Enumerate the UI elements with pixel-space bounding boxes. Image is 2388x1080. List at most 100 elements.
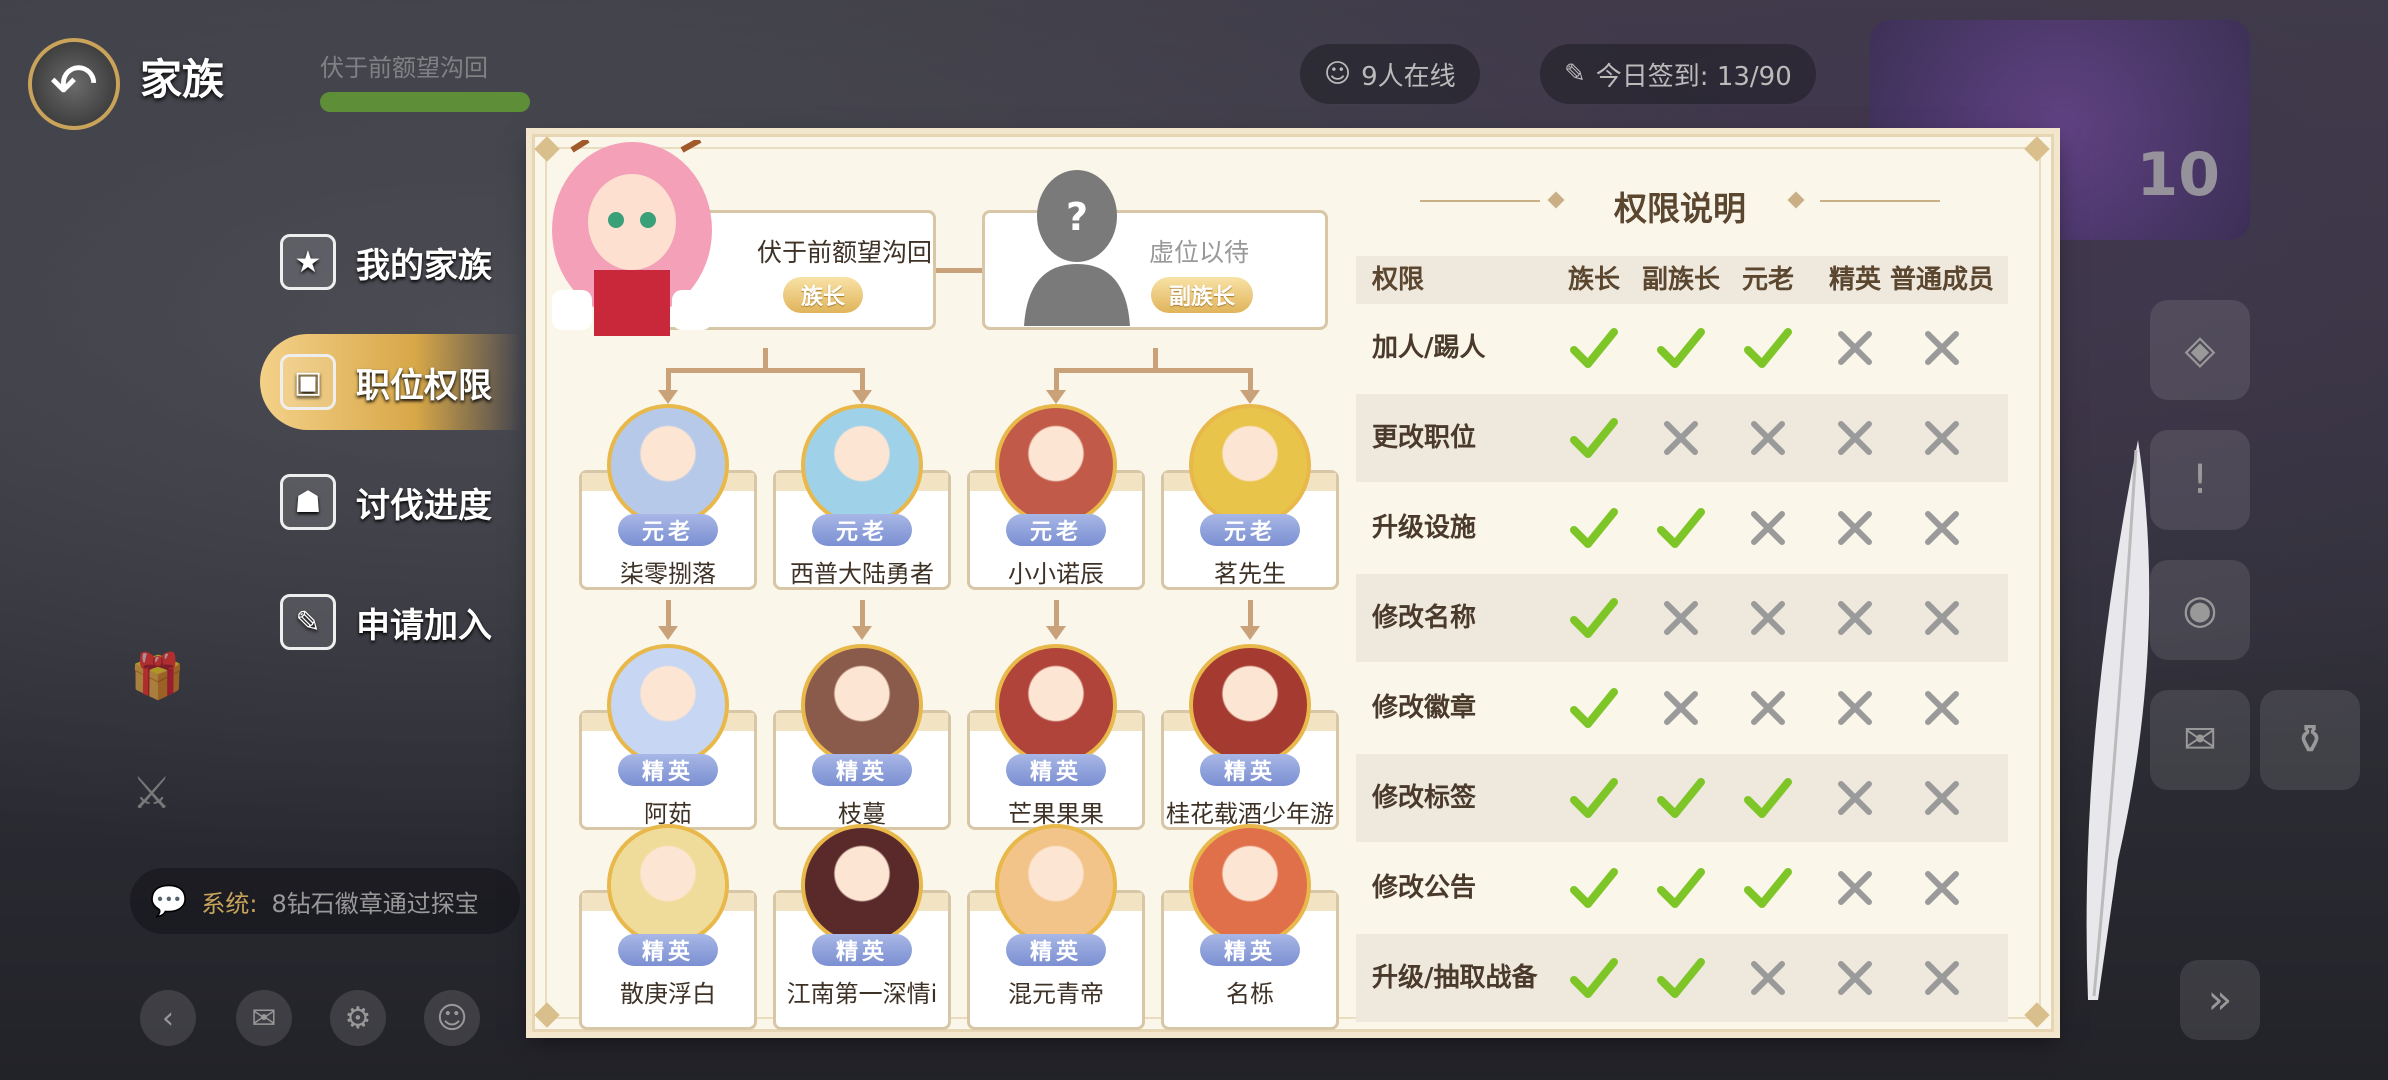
quill-feather-decoration: [2086, 440, 2150, 1000]
online-count: 9人在线: [1361, 61, 1456, 92]
menu-positions[interactable]: ▣ 职位权限: [260, 334, 520, 430]
permission-row: 修改标签: [1356, 754, 2008, 842]
member-avatar[interactable]: [1189, 824, 1311, 946]
down-arrow-icon: [852, 626, 872, 640]
cross-icon: [1664, 421, 1698, 455]
member-avatar[interactable]: [607, 644, 729, 766]
cross-icon: [1925, 511, 1959, 545]
chief-role-pill: 族长: [783, 277, 864, 313]
member-avatar[interactable]: [995, 404, 1117, 526]
cross-icon: [1925, 961, 1959, 995]
permissions-column-header: 权限: [1372, 265, 1425, 295]
menu-my-family[interactable]: ★ 我的家族: [260, 214, 520, 310]
tree-line: [1248, 368, 1253, 392]
member-name: 西普大陆勇者: [790, 560, 934, 588]
cross-icon: [1664, 691, 1698, 725]
right-menu-icon-5[interactable]: ⚱: [2260, 690, 2360, 790]
settings-gear-icon[interactable]: ⚙: [330, 990, 386, 1046]
check-icon: [1744, 868, 1792, 908]
member-avatar[interactable]: [801, 644, 923, 766]
family-name-background: 伏于前额望沟回: [320, 54, 488, 82]
check-icon: [1570, 508, 1618, 548]
cross-icon: [1838, 961, 1872, 995]
member-avatar[interactable]: [1189, 644, 1311, 766]
member-avatar[interactable]: [1189, 404, 1311, 526]
badge-icon: ▣: [280, 354, 336, 410]
prev-arrow-icon[interactable]: ‹: [140, 990, 196, 1046]
member-name: 名栎: [1226, 980, 1274, 1008]
cross-icon: [1925, 691, 1959, 725]
permission-row: 升级/抽取战备: [1356, 934, 2008, 1022]
check-icon: [1570, 778, 1618, 818]
next-arrow-icon[interactable]: »: [2180, 960, 2260, 1040]
member-avatar[interactable]: [607, 404, 729, 526]
crossed-swords-icon[interactable]: ⚔: [132, 768, 171, 819]
tree-line: [1248, 600, 1253, 628]
cross-icon: [1751, 961, 1785, 995]
tree-line: [1153, 348, 1158, 370]
tree-line: [1054, 368, 1059, 392]
event-level: 10: [2136, 140, 2221, 210]
member-avatar[interactable]: [995, 644, 1117, 766]
chat-bar[interactable]: 💬 系统: 8钻石徽章通过探宝: [130, 868, 520, 934]
member-name: 柒零捌落: [620, 560, 716, 588]
vice-chief-name: 虚位以待: [1149, 238, 1250, 267]
online-count-chip[interactable]: ☺ 9人在线: [1300, 44, 1480, 104]
cross-icon: [1925, 331, 1959, 365]
tree-line: [860, 368, 865, 392]
member-role-badge: 精英: [1006, 754, 1106, 786]
mail-icon[interactable]: ✉: [236, 990, 292, 1046]
permission-label: 修改标签: [1372, 783, 1477, 813]
cross-icon: [1925, 601, 1959, 635]
menu-apply-join[interactable]: ✎ 申请加入: [260, 574, 520, 670]
permission-row: 修改公告: [1356, 844, 2008, 932]
chat-bubble-icon: 💬: [150, 883, 188, 919]
cross-icon: [1925, 871, 1959, 905]
leader-connector: [936, 268, 982, 273]
title-ornament-left: [1420, 200, 1540, 202]
permission-label: 升级设施: [1372, 513, 1477, 543]
member-name: 茗先生: [1214, 560, 1286, 588]
back-arrow-button[interactable]: ↶: [28, 38, 120, 130]
permission-row: 修改徽章: [1356, 664, 2008, 752]
check-icon: [1744, 778, 1792, 818]
cross-icon: [1838, 331, 1872, 365]
tree-line: [1054, 600, 1059, 628]
checkin-chip[interactable]: ✎ 今日签到: 13/90: [1540, 44, 1816, 104]
checkin-count: 今日签到: 13/90: [1595, 61, 1792, 92]
cross-icon: [1751, 601, 1785, 635]
check-icon: [1657, 958, 1705, 998]
member-role-badge: 精英: [812, 754, 912, 786]
permission-label: 修改徽章: [1372, 693, 1477, 723]
tree-line: [666, 600, 671, 628]
gift-icon[interactable]: 🎁: [130, 650, 185, 702]
family-book-icon: ★: [280, 234, 336, 290]
check-icon: [1570, 328, 1618, 368]
cross-icon: [1664, 601, 1698, 635]
right-menu-icon-1[interactable]: ◈: [2150, 300, 2250, 400]
chief-name: 伏于前额望沟回: [757, 238, 933, 267]
page-title: 家族: [140, 55, 225, 104]
menu-crusade-progress[interactable]: ☗ 讨伐进度: [260, 454, 520, 550]
check-icon: [1570, 418, 1618, 458]
member-avatar[interactable]: [801, 824, 923, 946]
permissions-column-header: 普通成员: [1889, 265, 1994, 295]
cross-icon: [1838, 421, 1872, 455]
permission-label: 升级/抽取战备: [1372, 963, 1538, 993]
member-role-badge: 元老: [1006, 514, 1106, 546]
menu-label: 申请加入: [356, 605, 492, 646]
member-avatar[interactable]: [607, 824, 729, 946]
member-avatar[interactable]: [801, 404, 923, 526]
permission-row: 加人/踢人: [1356, 304, 2008, 392]
monster-icon: ☗: [280, 474, 336, 530]
friends-icon[interactable]: ☺: [424, 990, 480, 1046]
permissions-title: 权限说明: [1614, 189, 1746, 228]
member-avatar[interactable]: [995, 824, 1117, 946]
svg-text:?: ?: [1066, 195, 1088, 239]
quill-icon: ✎: [1564, 59, 1586, 89]
member-role-badge: 元老: [812, 514, 912, 546]
member-role-badge: 元老: [618, 514, 718, 546]
member-name: 混元青帝: [1008, 980, 1104, 1008]
member-name: 散庚浮白: [620, 980, 716, 1008]
cross-icon: [1838, 871, 1872, 905]
